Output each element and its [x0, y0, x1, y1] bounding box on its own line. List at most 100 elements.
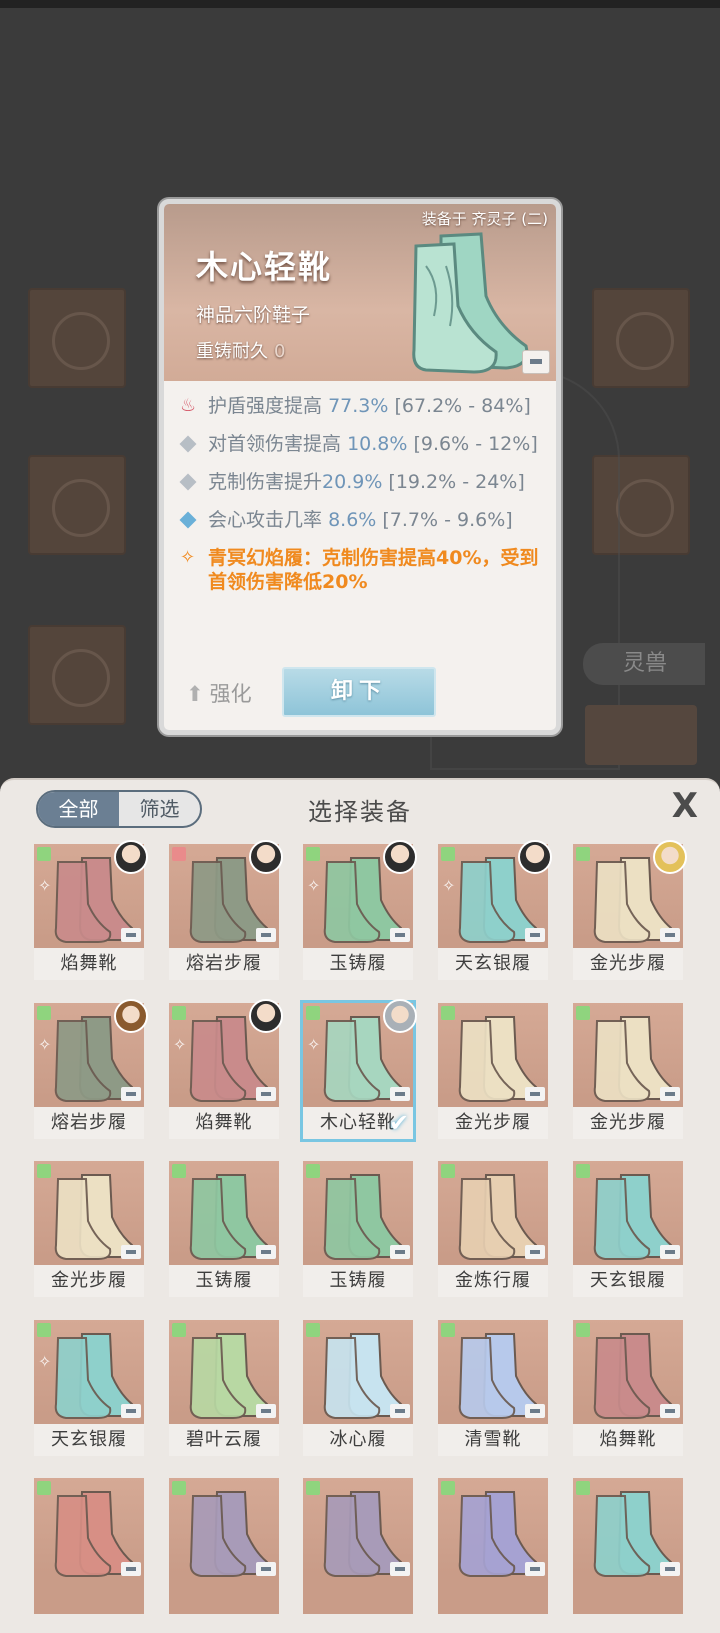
equipment-card[interactable]: 金光步履 — [573, 1003, 683, 1141]
equipment-card[interactable]: ✧ 天玄银履 — [438, 840, 552, 982]
equip-type-badge — [525, 1562, 545, 1576]
bg-lingshou-tab: 灵兽 — [583, 643, 705, 685]
stat-value: 8.6% — [328, 509, 377, 531]
card-background: 碧叶云履 — [169, 1320, 279, 1456]
boot-type-icon — [441, 1006, 455, 1020]
upgrade-button[interactable]: ⬆ 强化 — [186, 678, 252, 708]
equipment-name: 焰舞靴 — [34, 948, 144, 980]
stat-name: 克制伤害提升 — [208, 471, 323, 493]
boot-type-icon — [441, 847, 455, 861]
card-background: 金光步履 — [438, 1003, 548, 1139]
equipment-card[interactable]: 金光步履 — [438, 1003, 548, 1141]
equip-type-badge — [660, 1404, 680, 1418]
close-icon[interactable]: X — [672, 786, 698, 826]
stat-range: [9.6% - 12%] — [413, 433, 538, 455]
card-background: ✧ 天玄银履 — [34, 1320, 144, 1456]
equipment-card[interactable]: ✧ 天玄银履 — [34, 1320, 144, 1458]
boot-type-icon — [306, 1006, 320, 1020]
card-background: 冰心履 — [303, 1320, 413, 1456]
equipment-name: 熔岩步履 — [169, 948, 279, 980]
blue-diamond-icon — [179, 511, 197, 529]
boot-type-icon — [37, 1164, 51, 1178]
boot-type-icon — [37, 847, 51, 861]
equip-type-badge — [390, 1087, 410, 1101]
equipment-card[interactable] — [573, 1478, 683, 1616]
item-grade: 神品六阶鞋子 — [196, 304, 311, 326]
equipment-card[interactable]: 玉铸履 — [303, 1161, 413, 1299]
set-effect-icon: ✧ — [307, 1035, 321, 1054]
set-effect-icon: ✧ — [38, 1352, 52, 1371]
equipment-card[interactable]: ✧ 焰舞靴 — [169, 999, 283, 1141]
equipment-card[interactable]: 天玄银履 — [573, 1161, 683, 1299]
equipment-card[interactable] — [303, 1478, 413, 1616]
equipment-card[interactable]: 清雪靴 — [438, 1320, 548, 1458]
stat-row: 会心攻击几率 8.6% [7.7% - 9.6%] — [178, 508, 546, 532]
equipment-card[interactable]: ✧ 木心轻靴 ✔ — [303, 999, 417, 1141]
equip-type-badge — [525, 928, 545, 942]
boot-type-icon — [576, 1481, 590, 1495]
owner-avatar — [383, 999, 417, 1033]
equip-type-badge — [390, 1404, 410, 1418]
stat-range: [7.7% - 9.6%] — [382, 509, 513, 531]
card-background: 金光步履 — [573, 1003, 683, 1139]
equipment-name: 天玄银履 — [34, 1424, 144, 1456]
owner-avatar — [249, 840, 283, 874]
boot-type-icon — [306, 1323, 320, 1337]
boot-type-icon — [306, 1481, 320, 1495]
card-background: 玉铸履 — [169, 1161, 279, 1297]
panel-title: 选择装备 — [308, 798, 412, 826]
bg-equip-slot — [28, 288, 126, 388]
card-background: 金炼行履 — [438, 1161, 548, 1297]
stat-row: ♨ 护盾强度提高 77.3% [67.2% - 84%] — [178, 394, 546, 418]
equipment-name: 清雪靴 — [438, 1424, 548, 1456]
equip-type-badge — [256, 1404, 276, 1418]
owner-avatar — [249, 999, 283, 1033]
boot-type-icon — [576, 1323, 590, 1337]
top-status-bar — [0, 0, 720, 8]
equipment-name: 金光步履 — [34, 1265, 144, 1297]
equipment-card[interactable] — [438, 1478, 548, 1616]
equipment-card[interactable]: 金光步履 — [34, 1161, 144, 1299]
equipment-card[interactable] — [34, 1478, 144, 1616]
card-background: 清雪靴 — [438, 1320, 548, 1456]
recast-label: 重铸耐久 — [196, 341, 268, 362]
lingshou-label: 灵兽 — [623, 651, 668, 676]
equipment-card[interactable]: 金炼行履 — [438, 1161, 548, 1299]
equipment-card[interactable] — [169, 1478, 279, 1616]
equip-type-badge — [256, 928, 276, 942]
equipment-card[interactable]: 焰舞靴 — [573, 1320, 683, 1458]
bg-equip-slot — [28, 455, 126, 555]
set-effect-icon: ✧ — [442, 876, 456, 895]
equipment-card[interactable]: 碧叶云履 — [169, 1320, 279, 1458]
bg-equip-slot — [592, 288, 690, 388]
equip-type-badge — [390, 1245, 410, 1259]
item-header: 装备于 齐灵子 (二) 木心轻靴 神品六阶鞋子 重铸耐久 0 — [164, 204, 556, 381]
equip-type-badge — [525, 1404, 545, 1418]
stat-name: 护盾强度提高 — [208, 395, 323, 417]
equipment-card[interactable]: 熔岩步履 — [169, 840, 283, 982]
owner-avatar — [653, 840, 687, 874]
card-background — [34, 1478, 144, 1614]
boot-type-icon — [441, 1164, 455, 1178]
equipment-card[interactable]: ✧ 熔岩步履 — [34, 999, 148, 1141]
set-effect-icon: ✧ — [173, 1035, 187, 1054]
equipment-name: 天玄银履 — [573, 1265, 683, 1297]
equipment-select-panel: 全部 筛选 选择装备 X ✧ 焰舞靴 熔岩步履 ✧ 玉铸履 ✧ 天玄银履 金光步履 ✧ 熔岩步履 ✧… — [0, 778, 720, 1633]
set-effect-icon: ✧ — [180, 547, 196, 568]
fire-icon: ♨ — [180, 395, 197, 416]
card-background: 金光步履 — [34, 1161, 144, 1297]
owner-avatar — [518, 840, 552, 874]
equip-type-badge — [660, 1087, 680, 1101]
item-name: 木心轻靴 — [196, 248, 333, 286]
card-background — [438, 1478, 548, 1614]
unequip-button[interactable]: 卸下 — [282, 667, 436, 717]
equipment-card[interactable]: 玉铸履 — [169, 1161, 279, 1299]
equipment-card[interactable]: ✧ 玉铸履 — [303, 840, 417, 982]
card-background: 玉铸履 — [303, 1161, 413, 1297]
equip-type-badge — [256, 1245, 276, 1259]
boot-type-icon — [306, 1164, 320, 1178]
equipment-card[interactable]: 金光步履 — [573, 840, 687, 982]
equipment-card[interactable]: ✧ 焰舞靴 — [34, 840, 148, 982]
set-effect-icon: ✧ — [38, 876, 52, 895]
equipment-card[interactable]: 冰心履 — [303, 1320, 413, 1458]
